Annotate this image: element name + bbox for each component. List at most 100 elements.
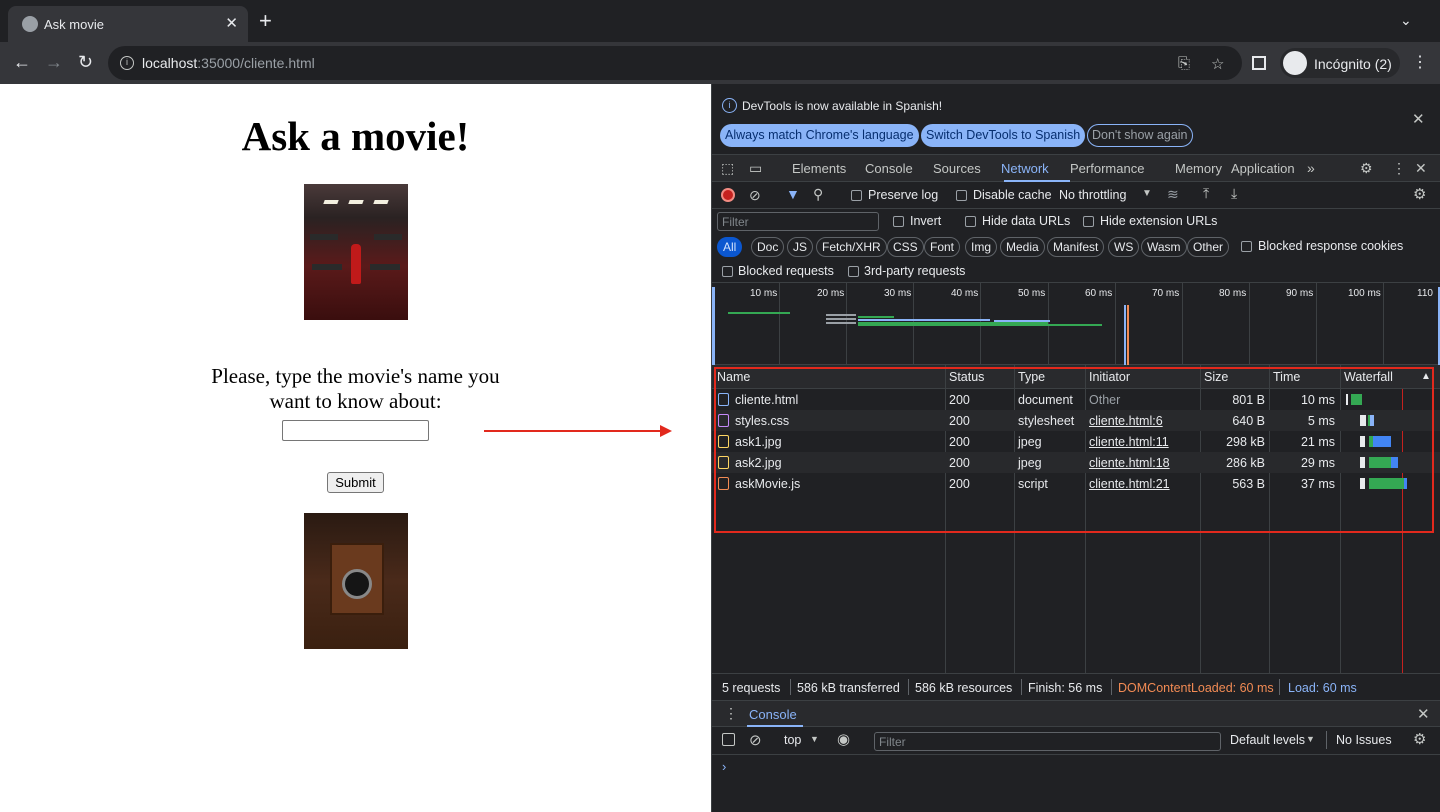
tab-search-icon[interactable]: ⌄ — [1400, 12, 1412, 29]
record-icon[interactable] — [721, 188, 735, 202]
chip-fetch-xhr[interactable]: Fetch/XHR — [816, 237, 887, 257]
gridline — [1249, 283, 1250, 365]
throttling-select[interactable]: No throttling — [1059, 188, 1126, 202]
forward-icon[interactable]: → — [45, 52, 63, 72]
tab-application[interactable]: Application — [1231, 161, 1295, 176]
ceiling-light — [323, 200, 339, 204]
device-toolbar-icon[interactable]: ▭ — [749, 160, 762, 177]
side-panel-icon[interactable] — [1252, 56, 1266, 70]
close-tab-icon[interactable]: ✕ — [225, 14, 238, 32]
gridline — [779, 283, 780, 365]
site-info-icon[interactable]: i — [120, 56, 134, 70]
invert-checkbox[interactable] — [893, 216, 904, 227]
tab-drawer-console[interactable]: Console — [749, 707, 797, 722]
console-settings-gear-icon[interactable]: ⚙ — [1413, 730, 1426, 748]
filter-icon[interactable]: ▼ — [786, 186, 800, 202]
inspect-element-icon[interactable]: ⬚ — [721, 160, 734, 177]
gridline — [1383, 283, 1384, 365]
movie-name-input[interactable] — [282, 420, 429, 441]
overview-bar-document — [728, 312, 790, 314]
drawer-menu-icon[interactable]: ⋮ — [724, 705, 738, 722]
translate-icon[interactable]: ⎘ — [1178, 55, 1190, 72]
timeline-tick: 30 ms — [884, 288, 912, 299]
chip-wasm[interactable]: Wasm — [1141, 237, 1187, 257]
filter-input[interactable]: Filter — [717, 212, 879, 231]
chip-js[interactable]: JS — [787, 237, 814, 257]
hide-data-urls-checkbox[interactable] — [965, 216, 976, 227]
close-devtools-icon[interactable]: ✕ — [1415, 160, 1427, 177]
resource-type-filters: All Doc JS Fetch/XHR CSS Font Img Media … — [712, 235, 1440, 259]
summary-load: Load: 60 ms — [1288, 681, 1357, 695]
timeline-tick: 110 — [1417, 288, 1433, 299]
chip-other[interactable]: Other — [1187, 237, 1230, 257]
chip-all[interactable]: All — [717, 237, 743, 257]
close-drawer-icon[interactable]: ✕ — [1417, 705, 1430, 723]
reload-icon[interactable]: ↻ — [78, 52, 93, 72]
overview-bar-script — [858, 324, 1102, 326]
blocked-requests-checkbox[interactable] — [722, 266, 733, 277]
chip-manifest[interactable]: Manifest — [1047, 237, 1105, 257]
tab-sources[interactable]: Sources — [933, 161, 981, 176]
new-tab-button[interactable]: + — [259, 10, 272, 32]
drawer-tabs: ⋮ Console ✕ — [712, 701, 1440, 727]
camera-lens — [342, 569, 372, 599]
tab-elements[interactable]: Elements — [792, 161, 846, 176]
console-prompt-chevron-icon[interactable]: › — [722, 759, 726, 774]
always-match-language-button[interactable]: Always match Chrome's language — [720, 124, 919, 147]
log-levels-select[interactable]: Default levels — [1230, 733, 1305, 747]
tab-performance[interactable]: Performance — [1070, 161, 1144, 176]
third-party-requests-label: 3rd-party requests — [864, 264, 966, 278]
prompt-text: Please, type the movie's name you want t… — [211, 364, 500, 413]
dont-show-again-button[interactable]: Don't show again — [1087, 124, 1193, 147]
live-expression-eye-icon[interactable]: ◉ — [837, 730, 850, 748]
chevron-down-icon[interactable]: ▼ — [810, 734, 819, 744]
close-banner-icon[interactable]: ✕ — [1412, 110, 1425, 128]
ceiling-light — [373, 200, 389, 204]
sidebar-toggle-icon[interactable] — [722, 733, 735, 746]
chip-css[interactable]: CSS — [887, 237, 924, 257]
export-har-icon[interactable]: ⤓ — [1231, 185, 1237, 202]
chip-img[interactable]: Img — [965, 237, 998, 257]
bookmark-star-icon[interactable]: ☆ — [1211, 55, 1224, 73]
back-icon[interactable]: ← — [13, 52, 31, 72]
chip-media[interactable]: Media — [1000, 237, 1045, 257]
clear-icon[interactable]: ⊘ — [749, 187, 761, 204]
tab-console[interactable]: Console — [865, 161, 913, 176]
invert-label: Invert — [910, 214, 942, 228]
issues-counter[interactable]: No Issues — [1336, 733, 1392, 747]
settings-gear-icon[interactable]: ⚙ — [1360, 160, 1373, 177]
banner-message: DevTools is now available in Spanish! — [742, 99, 943, 113]
context-select[interactable]: top — [784, 733, 801, 747]
devtools-menu-icon[interactable]: ⋮ — [1392, 160, 1406, 177]
search-icon[interactable]: ⚲ — [813, 186, 823, 203]
third-party-requests-checkbox[interactable] — [848, 266, 859, 277]
clear-console-icon[interactable]: ⊘ — [749, 731, 762, 749]
network-overview-timeline[interactable]: 10 ms 20 ms 30 ms 40 ms 50 ms 60 ms 70 m… — [712, 283, 1440, 365]
chip-font[interactable]: Font — [924, 237, 961, 257]
preserve-log-checkbox[interactable] — [851, 190, 862, 201]
submit-button[interactable]: Submit — [327, 472, 384, 493]
console-toolbar: ⊘ top ▼ ◉ Filter Default levels ▼ No Iss… — [712, 727, 1440, 755]
chip-doc[interactable]: Doc — [751, 237, 785, 257]
import-har-icon[interactable]: ⤒ — [1203, 185, 1209, 202]
more-tabs-icon[interactable]: » — [1307, 160, 1315, 176]
browser-menu-icon[interactable]: ⋮ — [1412, 52, 1428, 72]
incognito-profile-button[interactable]: Incógnito (2) — [1280, 48, 1400, 78]
blocked-response-cookies-label: Blocked response cookies — [1258, 239, 1404, 253]
network-conditions-icon[interactable]: ≋ — [1167, 186, 1179, 203]
disable-cache-checkbox[interactable] — [956, 190, 967, 201]
console-filter-input[interactable]: Filter — [874, 732, 1221, 751]
address-bar[interactable]: i localhost:35000/cliente.html ⎘ ☆ — [108, 46, 1242, 80]
tab-network[interactable]: Network — [1001, 161, 1049, 176]
blocked-response-cookies-checkbox[interactable] — [1241, 241, 1252, 252]
hide-extension-urls-checkbox[interactable] — [1083, 216, 1094, 227]
url-text[interactable]: localhost:35000/cliente.html — [142, 55, 315, 71]
chip-ws[interactable]: WS — [1108, 237, 1140, 257]
chevron-down-icon[interactable]: ▼ — [1306, 734, 1315, 744]
network-settings-gear-icon[interactable]: ⚙ — [1413, 185, 1426, 203]
switch-to-spanish-button[interactable]: Switch DevTools to Spanish — [921, 124, 1086, 147]
overview-handle-left[interactable] — [712, 287, 715, 365]
tab-memory[interactable]: Memory — [1175, 161, 1222, 176]
chevron-down-icon[interactable]: ▼ — [1142, 188, 1152, 199]
browser-tab[interactable]: Ask movie ✕ — [8, 6, 248, 42]
